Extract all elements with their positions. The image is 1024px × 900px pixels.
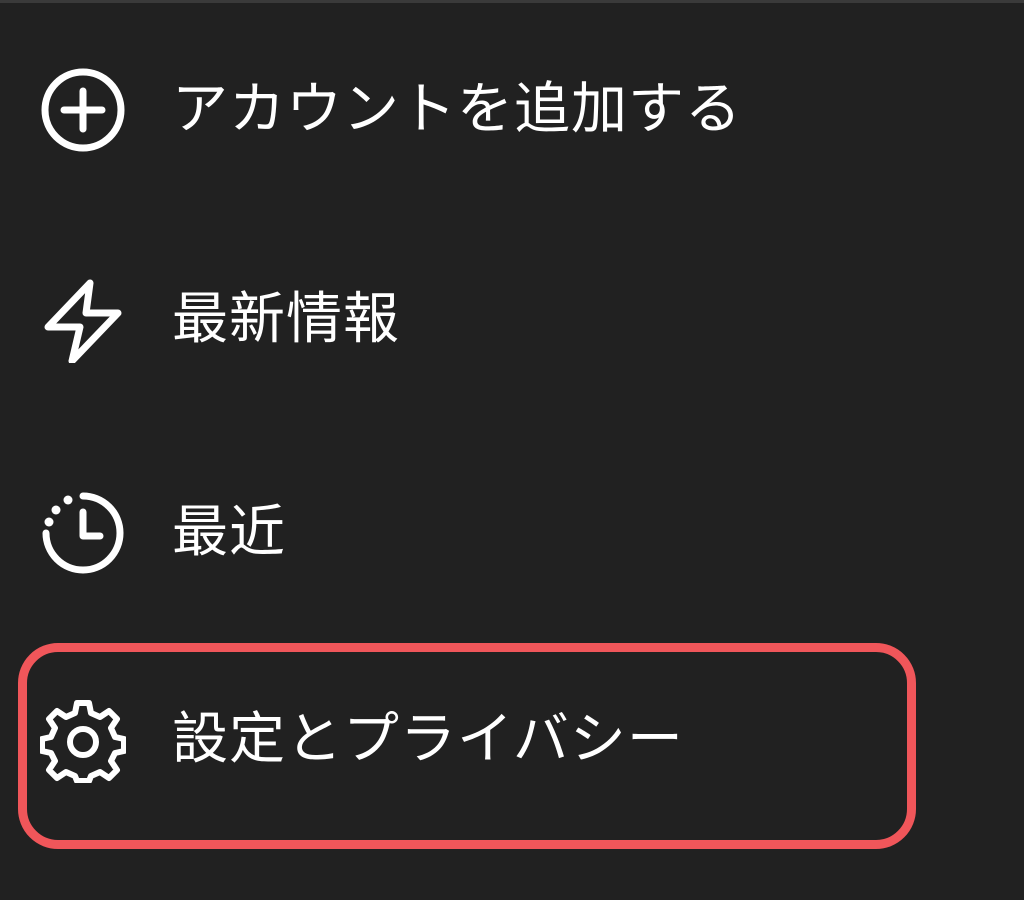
menu-item-label: 設定とプライバシー	[172, 707, 684, 772]
menu-item-add-account[interactable]: アカウントを追加する	[0, 55, 1024, 165]
menu-item-label: 最新情報	[172, 287, 400, 352]
top-divider	[0, 0, 1024, 3]
account-menu-panel: アカウントを追加する 最新情報 最近 設定とプライバシー	[0, 0, 1024, 900]
menu-item-settings-privacy[interactable]: 設定とプライバシー	[0, 685, 1024, 795]
recent-clock-icon	[40, 490, 126, 576]
lightning-bolt-icon	[40, 277, 126, 363]
gear-icon	[40, 697, 126, 783]
menu-item-label: アカウントを追加する	[172, 77, 742, 142]
add-circle-icon	[40, 67, 126, 153]
menu-item-whats-new[interactable]: 最新情報	[0, 265, 1024, 375]
menu-item-recent[interactable]: 最近	[0, 478, 1024, 588]
menu-item-label: 最近	[172, 500, 286, 565]
